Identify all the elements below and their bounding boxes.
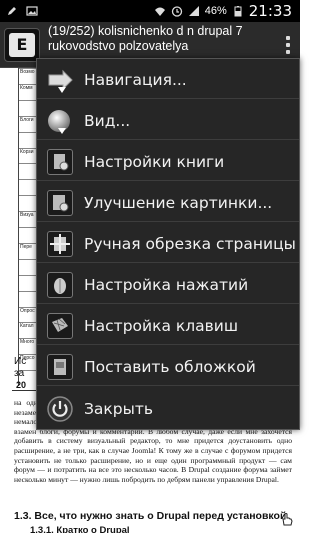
menu-item-label: Закрыть (84, 399, 154, 418)
menu-item-label: Улучшение картинки... (84, 194, 273, 212)
menu-item-label: Настройки книги (84, 153, 225, 171)
menu-item-crop-page[interactable]: Ручная обрезка страницы (37, 226, 299, 263)
battery-icon (234, 6, 242, 17)
menu-item-book-settings[interactable]: Настройки книги (37, 144, 299, 181)
menu-item-set-cover[interactable]: Поставить обложкой (37, 349, 299, 386)
image-icon (26, 6, 38, 16)
app-logo-icon[interactable]: E (4, 27, 40, 62)
crop-page-icon (45, 230, 75, 258)
document-side-text: за (14, 368, 25, 379)
key-settings-icon (45, 312, 75, 340)
section-heading: 1.3. Все, что нужно знать о Drupal перед… (14, 510, 287, 522)
document-side-text: Ис (14, 356, 27, 367)
menu-item-label: Навигация... (84, 71, 187, 89)
alarm-icon (171, 6, 182, 17)
image-enhance-icon (45, 189, 75, 217)
status-bar: 46% 21:33 (0, 0, 300, 22)
book-settings-icon (45, 148, 75, 176)
menu-item-label: Ручная обрезка страницы (84, 235, 296, 253)
signal-icon (188, 6, 199, 16)
hand-pointer-icon (282, 513, 293, 526)
subsection-heading: 1.3.1. Кратко о Drupal (30, 525, 130, 533)
menu-item-view[interactable]: Вид... (37, 103, 299, 140)
tap-settings-icon (45, 271, 75, 299)
menu-item-navigation[interactable]: Навигация... (37, 62, 299, 99)
menu-item-key-settings[interactable]: Настройка клавиш (37, 308, 299, 345)
power-icon (45, 395, 75, 423)
navigation-icon (45, 66, 75, 94)
menu-item-label: Поставить обложкой (84, 358, 256, 376)
menu-item-close[interactable]: Закрыть (37, 390, 299, 427)
menu-item-label: Настройка нажатий (84, 276, 249, 294)
menu-item-label: Вид... (84, 112, 131, 130)
options-menu: Навигация... Вид... Настройки книги Улуч… (36, 58, 300, 430)
battery-level: 46% (204, 5, 227, 17)
view-icon (45, 107, 75, 135)
set-cover-icon (45, 353, 75, 381)
clock: 21:33 (248, 2, 292, 20)
menu-item-image-enhance[interactable]: Улучшение картинки... (37, 185, 299, 222)
pen-icon (8, 7, 16, 15)
page-number: 20 (16, 380, 27, 390)
menu-item-tap-settings[interactable]: Настройка нажатий (37, 267, 299, 304)
menu-item-label: Настройка клавиш (84, 317, 239, 335)
wifi-icon (154, 7, 165, 16)
